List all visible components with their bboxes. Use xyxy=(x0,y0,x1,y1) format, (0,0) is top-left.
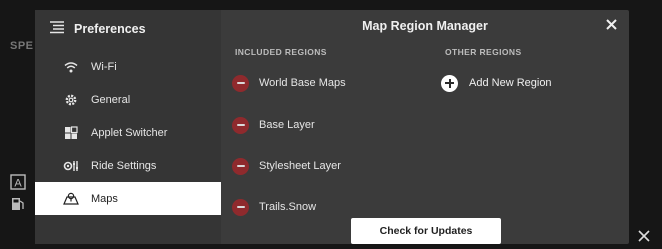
sidebar-item-label: Ride Settings xyxy=(91,159,157,172)
remove-region-button[interactable] xyxy=(232,198,249,216)
gear-icon xyxy=(63,92,79,108)
sidebar-item-applet-switcher[interactable]: Applet Switcher xyxy=(35,116,221,149)
region-label: Base Layer xyxy=(259,119,315,131)
preferences-modal: Preferences Wi-Fi General Applet Switche… xyxy=(35,10,629,244)
sidebar-item-maps[interactable]: Maps xyxy=(35,182,221,215)
region-item-trails-snow: Trails.Snow xyxy=(232,197,316,217)
sidebar-item-ride-settings[interactable]: Ride Settings xyxy=(35,149,221,182)
region-item-base-layer: Base Layer xyxy=(232,115,315,135)
region-label: Stylesheet Layer xyxy=(259,160,341,172)
background-label: SPE xyxy=(10,40,34,52)
preferences-header: Preferences xyxy=(35,10,221,48)
region-item-stylesheet-layer: Stylesheet Layer xyxy=(232,156,341,176)
page-title: Map Region Manager xyxy=(362,19,488,33)
check-for-updates-button[interactable]: Check for Updates xyxy=(351,218,501,244)
remove-region-button[interactable] xyxy=(232,157,249,175)
add-region-label: Add New Region xyxy=(469,77,552,89)
included-regions-header: INCLUDED REGIONS xyxy=(235,47,327,57)
sidebar-item-label: Applet Switcher xyxy=(91,126,168,139)
close-button[interactable] xyxy=(603,18,619,34)
map-icon xyxy=(63,191,79,207)
plus-icon xyxy=(441,74,458,92)
grid-icon xyxy=(63,125,79,141)
sidebar-item-label: General xyxy=(91,93,131,106)
region-label: Trails.Snow xyxy=(259,201,317,213)
sidebar-item-wifi[interactable]: Wi-Fi xyxy=(35,50,221,83)
ride-settings-icon xyxy=(63,158,79,174)
region-label: World Base Maps xyxy=(259,77,346,89)
sidebar-nav: Wi-Fi General Applet Switcher Ride Setti… xyxy=(35,50,221,215)
preferences-sidebar: Preferences Wi-Fi General Applet Switche… xyxy=(35,10,221,244)
svg-text:A: A xyxy=(14,178,22,190)
sidebar-item-label: Wi-Fi xyxy=(91,60,117,73)
background-close-icon[interactable] xyxy=(634,226,654,246)
sidebar-item-general[interactable]: General xyxy=(35,83,221,116)
other-regions-header: OTHER REGIONS xyxy=(445,47,522,57)
sidebar-item-label: Maps xyxy=(91,192,118,205)
add-new-region-button[interactable]: Add New Region xyxy=(441,73,552,93)
fuel-icon xyxy=(10,196,28,214)
auto-mode-icon: A xyxy=(10,174,28,192)
list-icon xyxy=(49,20,65,39)
preferences-title: Preferences xyxy=(74,22,146,36)
region-item-world-base-maps: World Base Maps xyxy=(232,73,346,93)
wifi-icon xyxy=(63,59,79,75)
close-icon xyxy=(605,17,617,35)
remove-region-button[interactable] xyxy=(232,74,249,92)
remove-region-button[interactable] xyxy=(232,116,249,134)
